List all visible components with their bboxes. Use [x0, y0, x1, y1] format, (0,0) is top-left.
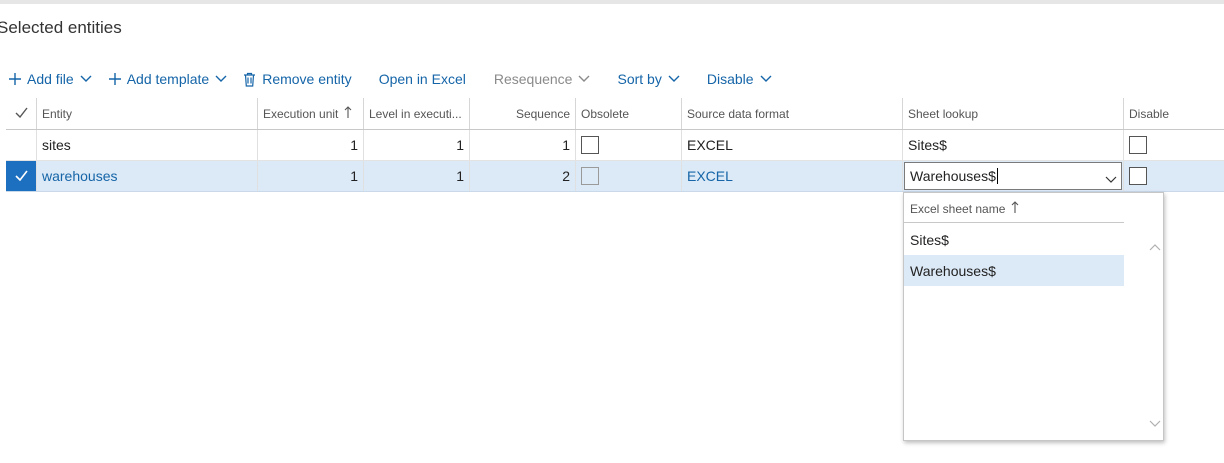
grid-header: Entity Execution unit Level in executi..…	[6, 98, 1224, 130]
table-row[interactable]: sites 1 1 1 EXCEL Sites$	[6, 130, 1224, 161]
chevron-down-icon	[668, 75, 680, 83]
sort-by-button[interactable]: Sort by	[617, 71, 680, 87]
resequence-label: Resequence	[493, 71, 573, 87]
toolbar: Add file Add template Remove entity Open…	[8, 68, 772, 90]
col-header-disable[interactable]: Disable	[1123, 98, 1224, 129]
source-format-cell[interactable]: EXCEL	[681, 130, 902, 160]
disable-button[interactable]: Disable	[707, 71, 772, 87]
sheet-lookup-dropdown: Excel sheet name Sites$ Warehouses$	[903, 192, 1164, 441]
add-template-label: Add template	[126, 71, 210, 87]
col-header-disable-label: Disable	[1129, 106, 1170, 121]
chevron-down-icon	[215, 75, 227, 83]
col-header-level-label: Level in executi...	[369, 106, 462, 121]
plus-icon	[108, 72, 122, 86]
add-template-button[interactable]: Add template	[108, 71, 228, 87]
col-header-sequence-label: Sequence	[515, 106, 570, 121]
execution-unit-cell[interactable]: 1	[257, 161, 363, 191]
level-cell[interactable]: 1	[363, 130, 469, 160]
chevron-down-icon[interactable]	[1105, 171, 1117, 187]
chevron-down-icon	[578, 75, 590, 83]
disable-cell	[1123, 130, 1224, 160]
disable-checkbox[interactable]	[1129, 136, 1147, 154]
top-bar	[0, 0, 1224, 4]
chevron-down-icon	[760, 75, 772, 83]
execution-unit-cell[interactable]: 1	[257, 130, 363, 160]
add-file-label: Add file	[27, 71, 74, 87]
disable-cell	[1123, 161, 1224, 191]
entity-cell[interactable]: warehouses	[36, 161, 257, 191]
check-icon	[14, 168, 28, 184]
col-header-entity[interactable]: Entity	[36, 98, 257, 129]
col-header-execution-unit[interactable]: Execution unit	[257, 98, 363, 129]
obsolete-cell	[575, 161, 681, 191]
obsolete-checkbox[interactable]	[581, 136, 599, 154]
chevron-down-icon	[80, 75, 92, 83]
lookup-col-header[interactable]: Excel sheet name	[910, 201, 1019, 217]
sequence-cell[interactable]: 1	[469, 130, 575, 160]
col-header-obsolete-label: Obsolete	[581, 106, 630, 121]
section-title: Selected entities	[0, 18, 122, 37]
row-selected-indicator	[6, 161, 36, 191]
source-format-cell[interactable]: EXCEL	[681, 161, 902, 191]
lookup-option[interactable]: Sites$	[904, 224, 1124, 255]
text-caret	[996, 168, 998, 184]
sequence-cell[interactable]: 2	[469, 161, 575, 191]
entity-cell[interactable]: sites	[36, 130, 257, 160]
col-header-entity-label: Entity	[42, 106, 73, 121]
col-header-source-format[interactable]: Source data format	[681, 98, 902, 129]
col-header-obsolete[interactable]: Obsolete	[575, 98, 681, 129]
open-in-excel-label: Open in Excel	[378, 71, 466, 87]
plus-icon	[8, 72, 22, 86]
col-header-sheet-lookup-label: Sheet lookup	[908, 106, 979, 121]
sort-ascending-icon	[344, 105, 352, 122]
sheet-lookup-input[interactable]: Warehouses$	[904, 162, 1122, 190]
lookup-col-header-label: Excel sheet name	[910, 202, 1006, 216]
scroll-up-icon[interactable]	[1149, 238, 1161, 256]
remove-entity-label: Remove entity	[262, 71, 352, 87]
col-header-source-format-label: Source data format	[687, 106, 790, 121]
check-icon	[15, 107, 28, 121]
obsolete-cell	[575, 130, 681, 160]
remove-entity-button[interactable]: Remove entity	[243, 71, 352, 87]
disable-label: Disable	[706, 71, 754, 87]
obsolete-checkbox[interactable]	[581, 167, 599, 185]
row-select-checkbox[interactable]	[6, 161, 36, 191]
col-header-level[interactable]: Level in executi...	[363, 98, 469, 129]
col-header-sheet-lookup[interactable]: Sheet lookup	[902, 98, 1123, 129]
select-all-checkbox[interactable]	[6, 98, 36, 129]
trash-icon	[243, 72, 256, 87]
lookup-option-selected[interactable]: Warehouses$	[904, 255, 1124, 286]
scroll-down-icon[interactable]	[1149, 415, 1161, 433]
sheet-lookup-cell[interactable]: Sites$	[902, 130, 1123, 160]
row-select-checkbox[interactable]	[6, 130, 36, 160]
divider	[904, 222, 1124, 223]
col-header-sequence[interactable]: Sequence	[469, 98, 575, 129]
open-in-excel-button[interactable]: Open in Excel	[379, 71, 466, 87]
resequence-button[interactable]: Resequence	[494, 71, 591, 87]
disable-checkbox[interactable]	[1129, 167, 1147, 185]
sort-by-label: Sort by	[617, 71, 662, 87]
level-cell[interactable]: 1	[363, 161, 469, 191]
add-file-button[interactable]: Add file	[8, 71, 92, 87]
sheet-lookup-value: Warehouses$	[910, 168, 996, 184]
col-header-execution-unit-label: Execution unit	[263, 106, 339, 121]
sort-ascending-icon	[1011, 201, 1019, 217]
